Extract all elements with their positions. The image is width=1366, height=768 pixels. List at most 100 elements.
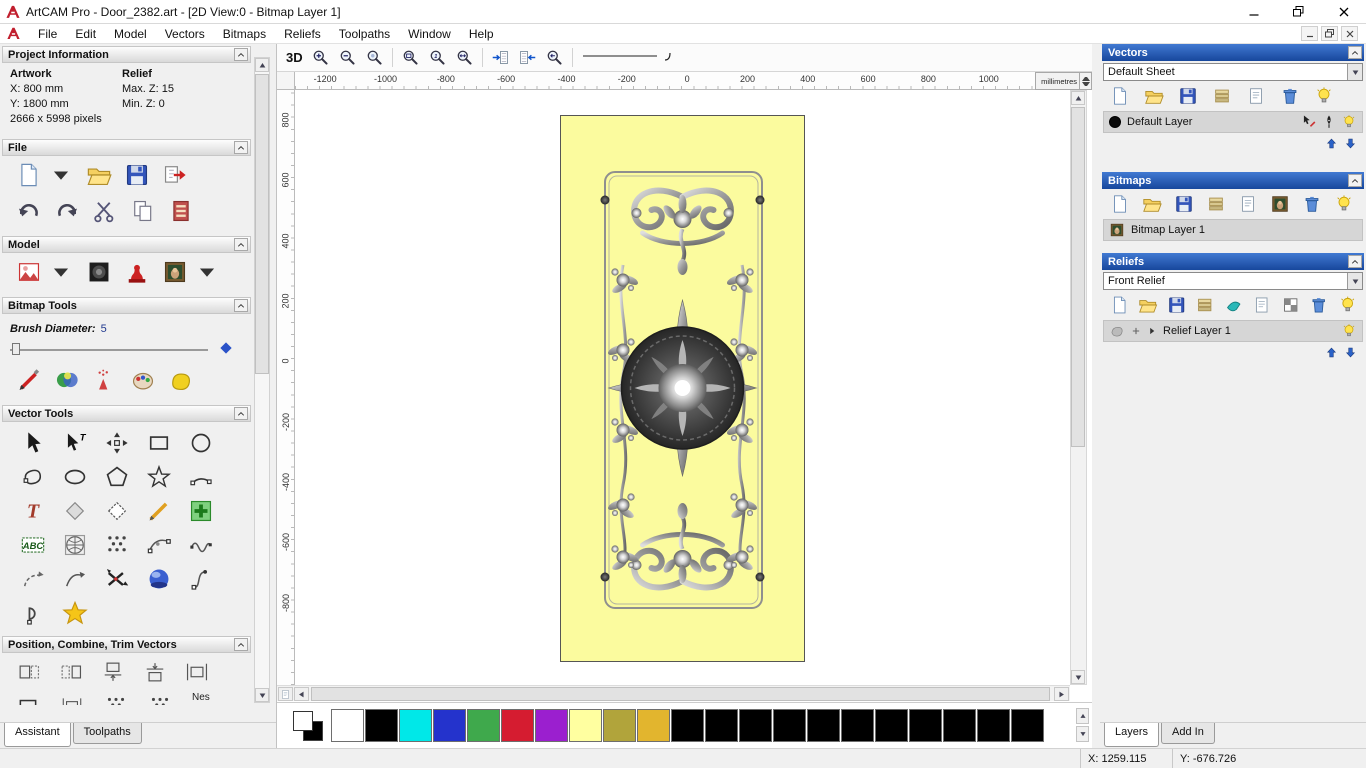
menu-item[interactable]: File xyxy=(29,25,66,43)
relief-layer-row[interactable]: Relief Layer 1 xyxy=(1103,320,1363,342)
palette-scroll-down-button[interactable] xyxy=(1076,726,1089,742)
new-vector-layer-icon[interactable] xyxy=(1110,86,1130,106)
align-top-icon[interactable] xyxy=(100,659,126,685)
align-centre-icon[interactable] xyxy=(184,659,210,685)
collapse-section-button[interactable] xyxy=(1348,46,1362,59)
delete-bitmap-icon[interactable] xyxy=(1302,194,1322,214)
combo-dropdown-button[interactable] xyxy=(1347,273,1362,289)
colour-swatch[interactable] xyxy=(807,709,840,742)
ellipse-tool-icon[interactable] xyxy=(62,464,88,490)
collapse-section-button[interactable] xyxy=(1348,255,1362,268)
tab-layers[interactable]: Layers xyxy=(1104,723,1160,747)
star-tool-icon[interactable] xyxy=(146,464,172,490)
colour-swatch[interactable] xyxy=(637,709,670,742)
polygon-tool-icon[interactable] xyxy=(104,464,130,490)
circle-tool-icon[interactable] xyxy=(188,430,214,456)
text-on-curve-tool-icon[interactable]: ABC xyxy=(20,532,46,558)
arc-tool-icon[interactable] xyxy=(188,464,214,490)
zoom-objects-icon[interactable] xyxy=(545,48,564,67)
scroll-right-button[interactable] xyxy=(1054,687,1069,701)
load-relief-icon[interactable] xyxy=(16,259,42,285)
colour-swatch[interactable] xyxy=(1011,709,1044,742)
new-sheet-icon[interactable] xyxy=(1246,86,1266,106)
scroll-down-button[interactable] xyxy=(255,688,269,702)
bitmap-to-vector-tool-icon[interactable] xyxy=(20,566,46,592)
toggle-all-visibility-icon[interactable] xyxy=(1338,295,1357,315)
move-layer-up-button[interactable] xyxy=(1323,136,1339,150)
load-image-icon[interactable] xyxy=(162,259,188,285)
colour-swatch[interactable] xyxy=(977,709,1010,742)
clipped-tool-icon[interactable] xyxy=(16,694,40,705)
zoom-in-icon[interactable] xyxy=(311,48,330,67)
smooth-relief-icon[interactable] xyxy=(1224,295,1243,315)
colour-swatch[interactable] xyxy=(467,709,500,742)
units-spinner[interactable] xyxy=(1079,73,1091,89)
colour-swatch[interactable] xyxy=(331,709,364,742)
dropdown-arrow-icon[interactable] xyxy=(48,162,74,188)
texture-relief-icon[interactable] xyxy=(86,259,112,285)
scroll-left-button[interactable] xyxy=(294,687,309,701)
align-left-icon[interactable] xyxy=(16,659,42,685)
collapse-section-button[interactable] xyxy=(234,141,248,154)
vector-doctor-tool-icon[interactable] xyxy=(146,566,172,592)
fit-arcs-tool-icon[interactable] xyxy=(62,566,88,592)
zoom-fit-icon[interactable] xyxy=(455,48,474,67)
colour-swatch[interactable] xyxy=(875,709,908,742)
rectangle-tool-icon[interactable] xyxy=(146,430,172,456)
menu-item[interactable]: Help xyxy=(460,25,503,43)
colour-swatch[interactable] xyxy=(671,709,704,742)
slider-thumb[interactable] xyxy=(12,343,20,355)
close-vector-tool-icon[interactable] xyxy=(20,600,46,626)
edit-layer-icon[interactable] xyxy=(1301,114,1317,130)
snap-layer-icon[interactable] xyxy=(1321,114,1337,130)
relief-mask-icon[interactable] xyxy=(1281,295,1300,315)
colour-swatch[interactable] xyxy=(909,709,942,742)
vector-layer-row[interactable]: Default Layer xyxy=(1103,111,1363,133)
primary-secondary-colour-icon[interactable] xyxy=(291,709,325,743)
layer-colour-swatch[interactable] xyxy=(1109,116,1121,128)
transform-tool-icon[interactable] xyxy=(104,430,130,456)
colour-swatch[interactable] xyxy=(773,709,806,742)
mdi-close-button[interactable] xyxy=(1341,26,1358,41)
merge-reliefs-icon[interactable] xyxy=(1195,295,1214,315)
move-layer-down-button[interactable] xyxy=(1342,345,1358,359)
bitmap-layer-row[interactable]: Bitmap Layer 1 xyxy=(1103,219,1363,241)
spline-tool-icon[interactable] xyxy=(188,566,214,592)
select-tool-icon[interactable] xyxy=(20,430,46,456)
colour-swatch[interactable] xyxy=(569,709,602,742)
delete-relief-icon[interactable] xyxy=(1309,295,1328,315)
colour-swatch[interactable] xyxy=(535,709,568,742)
scroll-up-button[interactable] xyxy=(1071,91,1085,105)
mdi-restore-button[interactable] xyxy=(1321,26,1338,41)
redo-icon[interactable] xyxy=(54,198,80,224)
copy-icon[interactable] xyxy=(130,198,156,224)
snap-guides-icon[interactable] xyxy=(518,48,537,67)
node-editing-tool-icon[interactable]: T xyxy=(62,430,88,456)
scroll-up-button[interactable] xyxy=(255,58,269,72)
collapse-section-button[interactable] xyxy=(234,238,248,251)
move-layer-up-button[interactable] xyxy=(1323,345,1339,359)
undo-icon[interactable] xyxy=(16,198,42,224)
horizontal-scrollbar[interactable] xyxy=(277,685,1070,701)
move-layer-down-button[interactable] xyxy=(1342,136,1358,150)
zoom-1to1-icon[interactable]: 1 xyxy=(428,48,447,67)
save-bitmap-icon[interactable] xyxy=(1174,194,1194,214)
toggle-all-visibility-icon[interactable] xyxy=(1334,194,1354,214)
zoom-window-icon[interactable] xyxy=(401,48,420,67)
stamp-tool-icon[interactable] xyxy=(124,259,150,285)
save-relief-icon[interactable] xyxy=(1167,295,1186,315)
delete-layer-icon[interactable] xyxy=(1280,86,1300,106)
block-copy-tool-icon[interactable] xyxy=(188,498,214,524)
menu-item[interactable]: Model xyxy=(105,25,156,43)
menu-item[interactable]: Edit xyxy=(66,25,105,43)
collapse-section-button[interactable] xyxy=(234,407,248,420)
snapping-tool-icon[interactable] xyxy=(104,498,130,524)
palette-scroll-up-button[interactable] xyxy=(1076,708,1089,724)
cut-icon[interactable] xyxy=(92,198,118,224)
collapse-section-button[interactable] xyxy=(234,48,248,61)
drawing-canvas[interactable] xyxy=(295,90,1070,685)
colour-swatch[interactable] xyxy=(603,709,636,742)
colour-swatch[interactable] xyxy=(501,709,534,742)
free-curve-tool-icon[interactable] xyxy=(188,532,214,558)
merge-layers-icon[interactable] xyxy=(1212,86,1232,106)
